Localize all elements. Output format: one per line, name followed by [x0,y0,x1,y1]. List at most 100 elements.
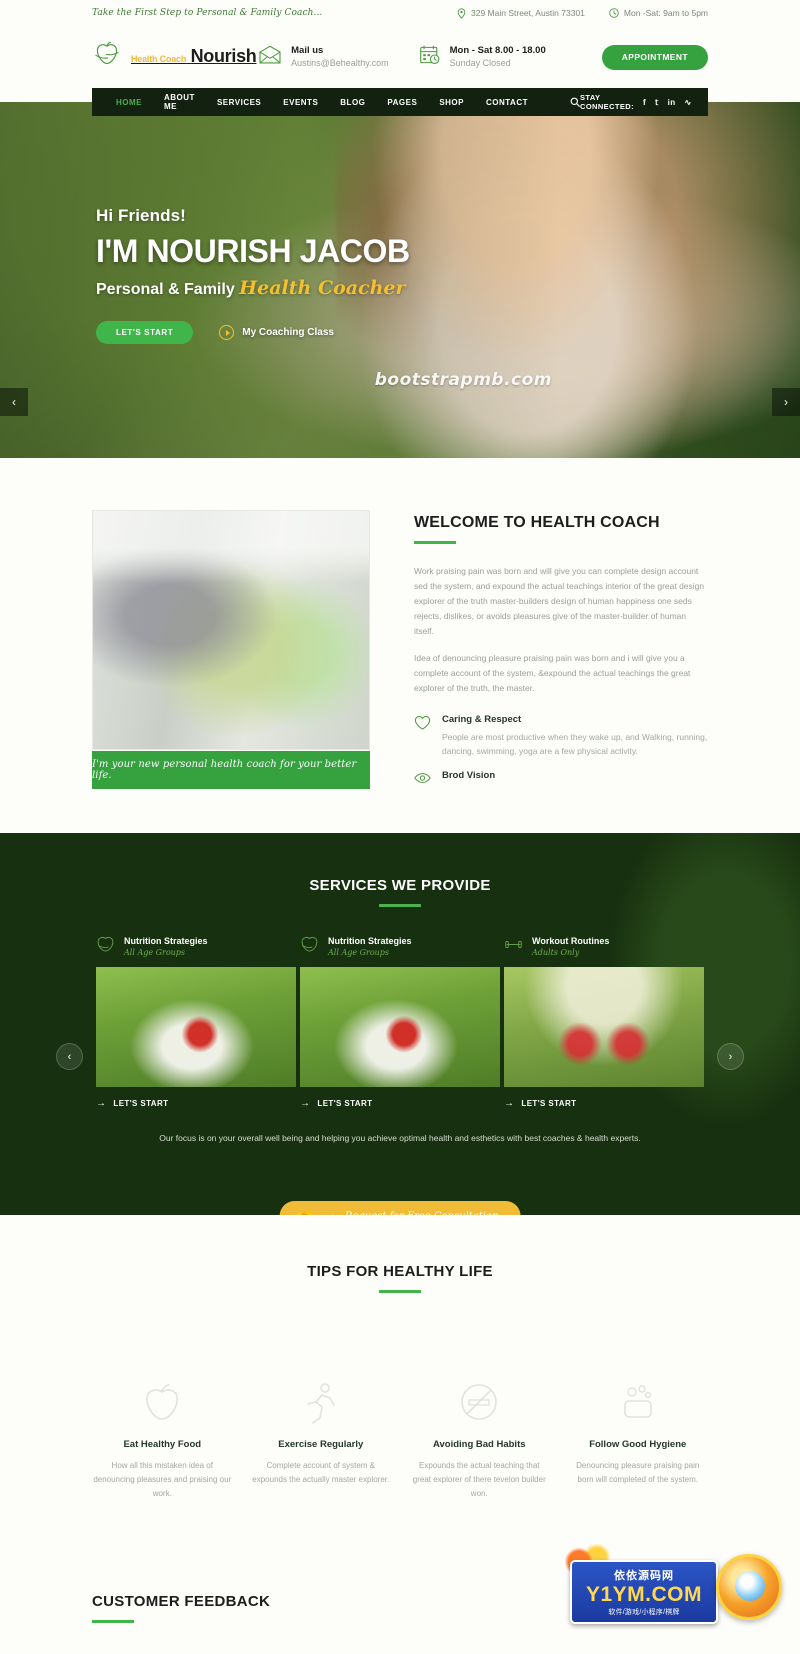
topbar-contact-group: 329 Main Street, Austin 73301 Mon -Sat: … [457,7,708,19]
welcome-body: WELCOME TO HEALTH COACH Work praising pa… [414,510,708,789]
search-icon[interactable] [570,97,580,107]
service-card-subtitle: All Age Groups [328,948,390,957]
services-grid: Nutrition Strategies All Age Groups → LE… [0,933,800,1109]
nav-item-home[interactable]: HOME [116,98,142,107]
service-card-text: Workout Routines Adults Only [532,935,609,959]
leaf-icon [96,935,115,959]
welcome-feature-vision: Brod Vision [414,770,708,789]
free-consultation-label: Request for Free Consultation [345,1211,499,1216]
brand-name: Nourish [190,46,257,66]
welcome-feature-caring-desc: People are most productive when they wak… [442,732,708,756]
feedback-title-rule [92,1620,134,1623]
service-card-title: Workout Routines [532,936,610,946]
service-card-title: Nutrition Strategies [124,936,208,946]
rss-icon[interactable]: ∿ [685,98,692,107]
header-mail-text: Mail us Austins@Behealthy.com [291,44,389,70]
nav-item-pages[interactable]: PAGES [387,98,417,107]
service-card-text: Nutrition Strategies All Age Groups [124,935,208,959]
header-mail-block[interactable]: Mail us Austins@Behealthy.com [258,44,389,70]
welcome-feature-caring: Caring & Respect People are most product… [414,714,708,758]
tip-card-title: Avoiding Bad Habits [432,1439,526,1450]
welcome-feature-vision-title: Brod Vision [442,770,496,781]
tip-card[interactable]: Exercise Regularly Complete account of s… [251,1379,392,1501]
tip-card[interactable]: Eat Healthy Food How all this mistaken i… [92,1379,233,1501]
nav-item-shop[interactable]: SHOP [439,98,464,107]
soap-icon [615,1379,661,1425]
apple-logo-icon [92,40,122,75]
topbar-tagline: Take the First Step to Personal & Family… [92,8,323,18]
tips-section: TIPS FOR HEALTHY LIFE Eat Healthy Food H… [0,1215,800,1541]
linkedin-icon[interactable]: in [668,98,676,107]
service-card-subtitle: Adults Only [532,948,580,957]
tip-card[interactable]: Follow Good Hygiene Denouncing pleasure … [568,1379,709,1501]
stay-connected-group: STAY CONNECTED: f 𝗍 in ∿ [580,93,692,111]
site-header: Health Coach Nourish Mail us Austins@Beh… [0,26,800,88]
service-card[interactable]: Workout Routines Adults Only → LET'S STA… [504,933,704,1109]
welcome-feature-caring-text: Caring & Respect People are most product… [442,714,708,758]
welcome-paragraph-2: Idea of denouncing pleasure praising pai… [414,653,691,693]
welcome-paragraph-1: Work praising pain was born and will giv… [414,566,705,636]
service-card-text: Nutrition Strategies All Age Groups [328,935,412,959]
nav-item-services[interactable]: SERVICES [217,98,261,107]
facebook-icon[interactable]: f [643,98,646,107]
tip-card-desc: How all this mistaken idea of denouncing… [93,1461,232,1498]
nav-wrapper: HOME ABOUT ME SERVICES EVENTS BLOG PAGES… [0,88,800,116]
nav-item-contact[interactable]: CONTACT [486,98,528,107]
service-card-cta-label: LET'S START [317,1099,373,1108]
nav-item-events[interactable]: EVENTS [283,98,318,107]
service-card-cta-label: LET'S START [521,1099,577,1108]
topbar: Take the First Step to Personal & Family… [0,0,800,26]
site-watermark-badge: 依依源码网 Y1YM.COM 软件/游戏/小程序/棋牌 [560,1542,790,1646]
arrow-right-icon: ⟶ [321,1211,335,1216]
brand-logo[interactable]: Health Coach Nourish [92,40,257,75]
service-card-header: Nutrition Strategies All Age Groups [96,933,296,961]
services-next-arrow[interactable]: › [717,1043,744,1070]
services-title-rule [379,904,421,907]
watermark-line-2: Y1YM.COM [585,1583,702,1606]
welcome-media: I'm your new personal health coach for y… [92,510,370,789]
hero-next-arrow[interactable]: › [772,388,800,416]
service-card[interactable]: Nutrition Strategies All Age Groups → LE… [300,933,500,1109]
service-card[interactable]: Nutrition Strategies All Age Groups → LE… [96,933,296,1109]
tips-title-rule [379,1290,421,1293]
tip-card-desc: Complete account of system & expounds th… [252,1461,390,1484]
clock-icon [609,8,619,18]
nav-item-blog[interactable]: BLOG [340,98,365,107]
eye-icon [414,770,431,789]
header-hours-label: Mon - Sat 8.00 - 18.00 [449,45,546,56]
topbar-hours-text: Mon -Sat: 9am to 5pm [623,8,708,18]
service-card-cta[interactable]: → LET'S START [504,1098,704,1109]
header-hours-text: Mon - Sat 8.00 - 18.00 Sunday Closed [450,44,546,70]
arrow-right-icon: → [96,1098,107,1109]
hero-coaching-class-link[interactable]: My Coaching Class [219,325,334,340]
services-section: SERVICES WE PROVIDE Nutrition Strategies… [0,833,800,1215]
appointment-button[interactable]: APPOINTMENT [601,44,708,70]
tip-card-title: Exercise Regularly [278,1439,364,1450]
welcome-feature-vision-text: Brod Vision [442,770,495,789]
welcome-section: I'm your new personal health coach for y… [0,458,800,833]
nav-item-about-me[interactable]: ABOUT ME [164,93,195,111]
watermark-line-3: 软件/游戏/小程序/棋牌 [608,1609,680,1616]
services-prev-arrow[interactable]: ‹ [56,1043,83,1070]
hero-greeting: Hi Friends! [96,206,186,225]
hero-subtitle-accent: Health Coacher [239,277,406,299]
service-card-cta[interactable]: → LET'S START [96,1098,296,1109]
free-consultation-button[interactable]: 🤝 ⟶ Request for Free Consultation [279,1201,521,1216]
service-card-image [300,967,500,1087]
watermark-plate: 依依源码网 Y1YM.COM 软件/游戏/小程序/棋牌 [570,1560,718,1624]
welcome-feature-caring-title: Caring & Respect [442,714,522,725]
welcome-photo [92,510,370,750]
no-smoking-icon [456,1379,502,1425]
leaf-icon [300,935,319,959]
hero-prev-arrow[interactable]: ‹ [0,388,28,416]
welcome-photo-caption: I'm your new personal health coach for y… [92,751,370,789]
header-mail-label: Mail us [291,45,324,56]
hero-lets-start-button[interactable]: LET'S START [96,321,194,344]
tip-card[interactable]: Avoiding Bad Habits Expounds the actual … [409,1379,550,1501]
service-card-cta[interactable]: → LET'S START [300,1098,500,1109]
handshake-icon: 🤝 [296,1209,311,1215]
twitter-icon[interactable]: 𝗍 [655,98,659,107]
stay-connected-label: STAY CONNECTED: [580,93,634,111]
tips-grid: Eat Healthy Food How all this mistaken i… [92,1379,708,1501]
running-icon [298,1379,344,1425]
